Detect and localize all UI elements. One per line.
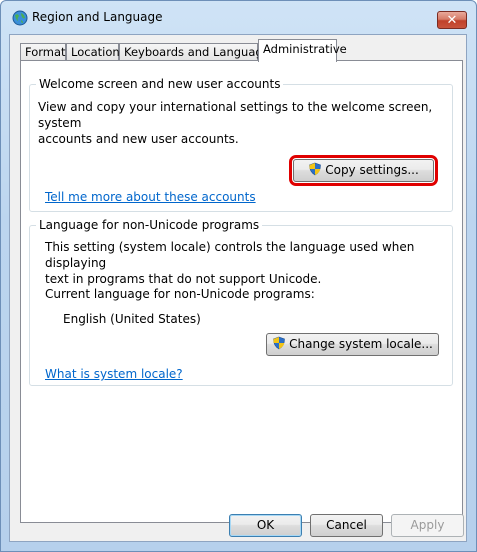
region-and-language-window: Region and Language ✕ Formats Location K… xyxy=(0,0,477,552)
locale-description-line2: text in programs that do not support Uni… xyxy=(45,272,322,286)
tab-formats[interactable]: Formats xyxy=(20,43,72,61)
welcome-group-title: Welcome screen and new user accounts xyxy=(36,77,284,91)
uac-shield-icon xyxy=(273,336,285,350)
tab-location[interactable]: Location xyxy=(66,43,120,61)
title-bar: Region and Language ✕ xyxy=(1,1,476,35)
current-language-label: Current language for non-Unicode program… xyxy=(45,287,315,301)
non-unicode-language-group: Language for non-Unicode programs This s… xyxy=(29,218,453,386)
tab-administrative[interactable]: Administrative xyxy=(258,39,347,62)
copy-settings-button[interactable]: Copy settings... xyxy=(289,155,438,186)
welcome-description-line2: accounts and new user accounts. xyxy=(38,132,239,146)
locale-description-line1: This setting (system locale) controls th… xyxy=(45,240,415,270)
tell-me-more-link[interactable]: Tell me more about these accounts xyxy=(45,190,256,204)
close-button[interactable]: ✕ xyxy=(437,11,467,29)
current-language-value: English (United States) xyxy=(63,312,201,326)
what-is-system-locale-link[interactable]: What is system locale? xyxy=(45,367,183,381)
close-icon: ✕ xyxy=(446,13,458,28)
window-title: Region and Language xyxy=(32,10,163,24)
apply-button[interactable]: Apply xyxy=(391,514,464,537)
welcome-screen-group: Welcome screen and new user accounts Vie… xyxy=(29,77,453,212)
copy-settings-label: Copy settings... xyxy=(325,163,419,177)
tab-keyboards-and-languages[interactable]: Keyboards and Languages xyxy=(119,43,276,61)
administrative-tab-panel: Welcome screen and new user accounts Vie… xyxy=(20,60,463,523)
welcome-description: View and copy your international setting… xyxy=(38,99,448,147)
non-unicode-group-title: Language for non-Unicode programs xyxy=(36,218,263,232)
globe-icon xyxy=(12,10,28,26)
change-system-locale-button[interactable]: Change system locale... xyxy=(266,333,439,356)
uac-shield-icon xyxy=(309,162,322,176)
locale-description: This setting (system locale) controls th… xyxy=(45,239,445,287)
cancel-button[interactable]: Cancel xyxy=(310,514,383,537)
change-system-locale-label: Change system locale... xyxy=(289,337,433,351)
ok-button[interactable]: OK xyxy=(229,514,302,537)
welcome-description-line1: View and copy your international setting… xyxy=(38,100,433,130)
dialog-client-area: Formats Location Keyboards and Languages… xyxy=(9,34,467,542)
